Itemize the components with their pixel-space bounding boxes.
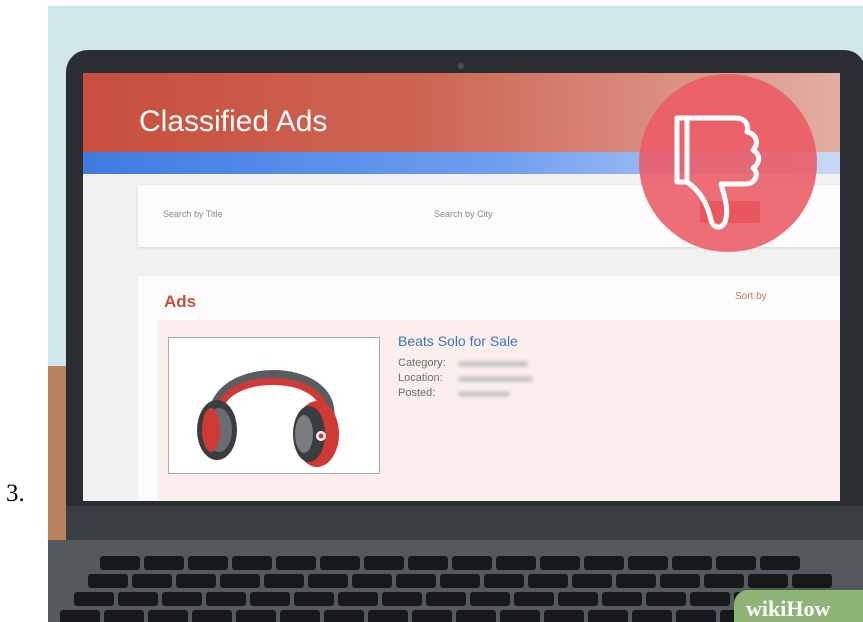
ad-location-label: Location: [398,372,443,384]
ad-title-link[interactable]: Beats Solo for Sale [398,333,518,349]
dislike-badge [639,74,817,252]
wikihow-logo-text: wikiHow [746,596,831,621]
search-city-field[interactable]: Search by City [434,209,493,219]
ads-panel: Ads Sort by Beats Solo for Sale Category… [138,276,840,501]
ad-posted-value [458,391,510,397]
webcam-dot [458,63,464,69]
sort-by-link[interactable]: Sort by [735,291,767,302]
thumbs-down-icon [674,115,762,230]
site-title: Classified Ads [139,105,328,138]
ad-posted-label: Posted: [398,387,436,399]
illustration: Classified Ads Search by Title Search by… [48,6,863,622]
ads-heading: Ads [164,292,197,311]
ad-image[interactable] [168,337,380,474]
ad-listing[interactable]: Beats Solo for Sale Category: Location: … [158,320,840,501]
search-title-field[interactable]: Search by Title [163,209,223,219]
step-number: 3. [6,480,25,507]
wikihow-watermark: wikiHow [734,590,863,622]
ad-category-value [458,361,528,367]
headphones-icon [197,370,339,467]
ad-location-value [458,376,533,382]
ad-category-label: Category: [398,357,446,369]
